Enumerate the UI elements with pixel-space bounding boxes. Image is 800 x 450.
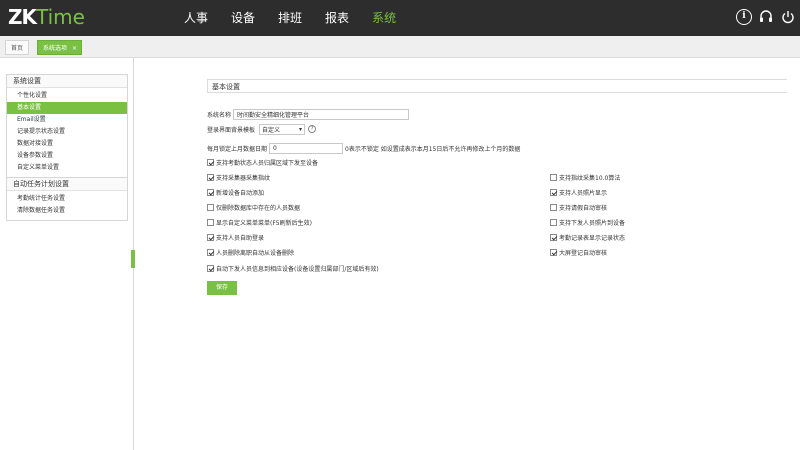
checkbox-label: 大屏登记自动审核 [559, 249, 608, 257]
checkbox-label: 支持人员照片显示 [559, 189, 608, 197]
sidebar-item[interactable]: 清除数据任务设置 [7, 205, 127, 217]
tab-bar: 首页 系统选项 × [0, 36, 800, 58]
top-icons: i [736, 9, 796, 25]
tab-system-options[interactable]: 系统选项 × [37, 40, 83, 56]
login-bg-label: 登录界面背景模板 [207, 126, 256, 134]
close-icon[interactable]: × [72, 41, 77, 56]
checkbox[interactable] [207, 188, 214, 196]
checkbox[interactable] [550, 203, 557, 211]
checkbox-row: 大屏登记自动审核 [550, 246, 607, 258]
sidebar-item[interactable]: 记录提示状态设置 [7, 126, 127, 138]
sidebar-item[interactable]: 考勤统计任务设置 [7, 193, 127, 205]
basic-settings-panel: 基本设置 [207, 79, 787, 93]
checkbox[interactable] [207, 248, 214, 256]
power-icon[interactable] [780, 9, 796, 25]
checkbox-row: 支持考勤状态人员归属区域下发至设备 [207, 156, 318, 168]
checkbox-row: 支持指纹采集10.0算法 [550, 171, 620, 183]
zktime-logo[interactable]: ZKTime [8, 5, 85, 29]
login-bg-select[interactable]: 自定义 ▾ [259, 123, 306, 135]
sidebar-group-system-settings: 系统设置 个性化设置 基本设置 Email设置 记录提示状态设置 数据对接设置 设备参数设… [6, 74, 128, 178]
tab-system-options-label: 系统选项 [43, 45, 68, 52]
checkbox-label: 人员删除离职自动从设备删除 [216, 249, 295, 257]
checkbox-label: 支持指纹采集10.0算法 [559, 174, 621, 182]
help-icon[interactable]: ? [308, 125, 317, 133]
headset-icon[interactable] [758, 9, 774, 25]
panel-title: 基本设置 [207, 79, 787, 93]
lock-date-input[interactable] [269, 142, 344, 154]
lock-date-hint: 0表示不锁定 如设置成表示本月15日后不允许再修改上个月的数据 [345, 145, 521, 153]
checkbox-label: 显示自定义菜单菜单(F5刷新后生效) [216, 219, 312, 227]
system-name-input[interactable] [233, 108, 410, 120]
lock-date-row: 每月锁定上月数据日期 0表示不锁定 如设置成表示本月15日后不允许再修改上个月的… [207, 142, 520, 154]
nav-personnel[interactable]: 人事 [184, 0, 208, 36]
checkbox[interactable] [550, 233, 557, 241]
checkbox-label: 自动下发人员信息到相应设备(设备设置归属部门/区域后有效) [216, 265, 379, 273]
checkbox-label: 支持请假自动审核 [559, 204, 608, 212]
main-nav: 人事 设备 排班 报表 系统 [184, 0, 419, 36]
nav-device[interactable]: 设备 [231, 0, 255, 36]
nav-system[interactable]: 系统 [372, 0, 396, 36]
logo-zk: ZK [8, 5, 37, 29]
sidebar-group-title[interactable]: 自动任务计划设置 [7, 178, 127, 191]
sidebar-item[interactable]: 个性化设置 [7, 90, 127, 102]
login-bg-value: 自定义 [262, 126, 281, 134]
checkbox-label: 仅删除数据库中存在的人员数据 [216, 204, 301, 212]
main-content: 基本设置 系统名称 登录界面背景模板 自定义 ▾ ? 每月锁定上月数据日期 0表… [135, 58, 800, 450]
checkbox-row: 支持请假自动审核 [550, 201, 607, 213]
chevron-down-icon: ▾ [299, 125, 303, 133]
sidebar: 系统设置 个性化设置 基本设置 Email设置 记录提示状态设置 数据对接设置 设备参数设… [0, 58, 134, 450]
checkbox-row: 支持人员照片显示 [550, 186, 607, 198]
checkbox[interactable] [207, 218, 214, 226]
sidebar-item[interactable]: Email设置 [7, 114, 127, 126]
checkbox-label: 新增设备自动添加 [216, 189, 265, 197]
checkbox[interactable] [207, 264, 214, 272]
checkbox-label: 支持下发人员照片到设备 [559, 219, 626, 227]
checkbox-row: 新增设备自动添加 [207, 186, 264, 198]
save-button[interactable]: 保存 [207, 281, 237, 295]
sidebar-group-auto-tasks: 自动任务计划设置 考勤统计任务设置 清除数据任务设置 [6, 178, 128, 221]
checkbox-label: 支持采集器采集指纹 [216, 174, 271, 182]
checkbox-row: 显示自定义菜单菜单(F5刷新后生效) [207, 216, 312, 228]
checkbox[interactable] [207, 233, 214, 241]
lock-date-label: 每月锁定上月数据日期 [207, 145, 268, 153]
checkbox[interactable] [207, 203, 214, 211]
system-name-row: 系统名称 [207, 108, 410, 120]
login-bg-row: 登录界面背景模板 自定义 ▾ ? [207, 123, 317, 135]
tab-home[interactable]: 首页 [5, 40, 30, 55]
sidebar-group-title[interactable]: 系统设置 [7, 75, 127, 88]
sidebar-item[interactable]: 设备参数设置 [7, 150, 127, 162]
checkbox-label: 支持考勤状态人员归属区域下发至设备 [216, 159, 319, 167]
checkbox-row: 人员删除离职自动从设备删除 [207, 246, 294, 258]
checkbox[interactable] [207, 173, 214, 181]
checkbox-label: 考勤记录表显示记录状态 [559, 234, 626, 242]
checkbox[interactable] [550, 173, 557, 181]
sidebar-item[interactable]: 基本设置 [7, 102, 127, 114]
top-bar: ZKTime 人事 设备 排班 报表 系统 i [0, 0, 800, 36]
checkbox-row: 支持人员自助登录 [207, 231, 264, 243]
checkbox-row: 仅删除数据库中存在的人员数据 [207, 201, 300, 213]
logo-time: Time [36, 5, 85, 29]
nav-report[interactable]: 报表 [325, 0, 349, 36]
checkbox-row: 支持下发人员照片到设备 [550, 216, 625, 228]
checkbox[interactable] [207, 158, 214, 166]
nav-schedule[interactable]: 排班 [278, 0, 302, 36]
checkbox[interactable] [550, 248, 557, 256]
checkbox[interactable] [550, 218, 557, 226]
sidebar-item[interactable]: 自定义菜单设置 [7, 162, 127, 174]
sidebar-item[interactable]: 数据对接设置 [7, 138, 127, 150]
checkbox-row: 自动下发人员信息到相应设备(设备设置归属部门/区域后有效) [207, 262, 379, 274]
checkbox-label: 支持人员自助登录 [216, 234, 265, 242]
checkbox-row: 支持采集器采集指纹 [207, 171, 270, 183]
checkbox-row: 考勤记录表显示记录状态 [550, 231, 625, 243]
checkbox[interactable] [550, 188, 557, 196]
info-icon[interactable]: i [736, 9, 752, 25]
system-name-label: 系统名称 [207, 111, 232, 119]
